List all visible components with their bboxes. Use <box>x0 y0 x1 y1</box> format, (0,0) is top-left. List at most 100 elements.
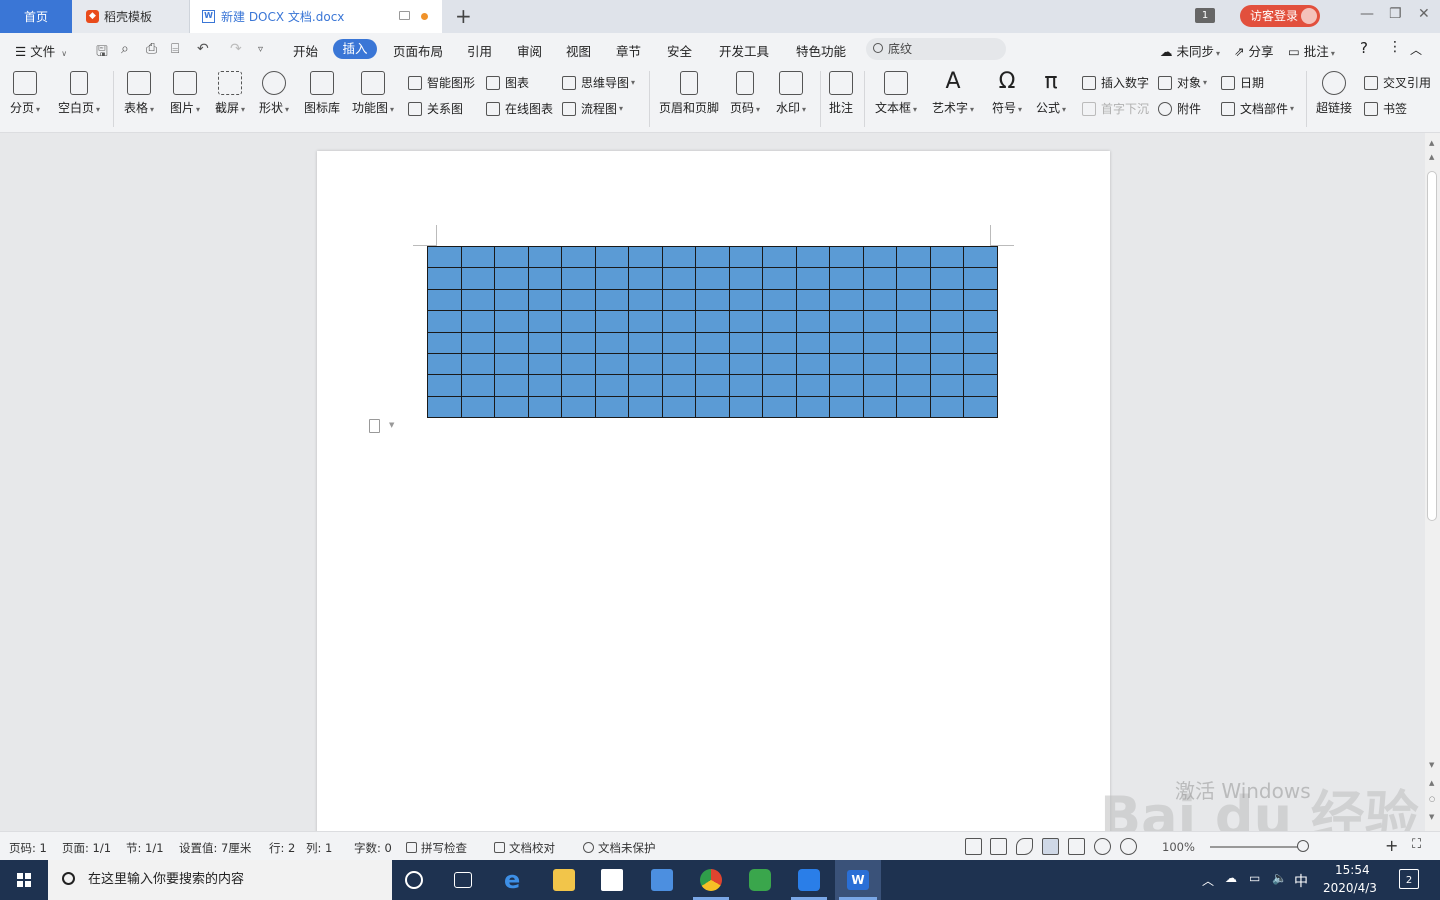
comment-menu-button[interactable]: ▭ 批注 ▾ <box>1288 41 1335 60</box>
table-cell[interactable] <box>963 395 998 419</box>
shape-button[interactable]: 形状 ▾ <box>259 71 289 116</box>
start-button[interactable] <box>0 860 48 900</box>
save-icon[interactable]: 🖫 <box>96 41 108 65</box>
pen-icon[interactable] <box>1016 838 1033 855</box>
table-cell[interactable] <box>561 245 596 269</box>
menu-view[interactable]: 视图 <box>566 41 591 60</box>
status-row[interactable]: 行: 2 <box>269 840 295 856</box>
table-cell[interactable] <box>762 267 797 290</box>
object-button[interactable]: 对象 ▾ <box>1158 74 1207 91</box>
doc-proofread-button[interactable]: 文档校对 <box>494 840 555 856</box>
table-cell[interactable] <box>427 288 462 312</box>
file-menu[interactable]: ☰ 文件 ∨ <box>15 41 67 60</box>
table-cell[interactable] <box>829 245 864 269</box>
table-cell[interactable] <box>762 288 797 312</box>
table-cell[interactable] <box>963 374 998 397</box>
table-cell[interactable] <box>963 267 998 290</box>
outline-view-icon[interactable] <box>1068 838 1085 855</box>
table-cell[interactable] <box>594 352 629 376</box>
table-cell[interactable] <box>795 245 830 269</box>
table-cell[interactable] <box>829 310 864 333</box>
share-button[interactable]: ⇗ 分享 <box>1234 41 1273 60</box>
table-cell[interactable] <box>896 310 931 333</box>
new-tab-button[interactable]: + <box>455 4 472 28</box>
collapse-ribbon-icon[interactable]: ︿ <box>1410 41 1422 58</box>
format-painter-icon[interactable]: ⌕ <box>121 41 129 57</box>
table-cell[interactable] <box>695 288 730 312</box>
quick-access-more-icon[interactable]: ▿ <box>258 44 263 55</box>
table-cell[interactable] <box>728 288 763 312</box>
table-cell[interactable] <box>628 267 663 290</box>
table-cell[interactable] <box>561 352 596 376</box>
table-cell[interactable] <box>628 310 663 333</box>
scroll-up-arrow-icon[interactable]: ▲ <box>1429 139 1434 147</box>
relation-chart-button[interactable]: 关系图 <box>408 100 463 117</box>
table-cell[interactable] <box>561 374 596 397</box>
table-cell[interactable] <box>427 245 462 269</box>
table-cell[interactable] <box>929 395 964 419</box>
table-cell[interactable] <box>527 288 562 312</box>
table-cell[interactable] <box>929 245 964 269</box>
table-cell[interactable] <box>427 310 462 333</box>
menu-special-features[interactable]: 特色功能 <box>796 41 846 60</box>
table-cell[interactable] <box>494 310 529 333</box>
select-browse-object-icon[interactable]: ○ <box>1429 795 1435 803</box>
notification-center-icon[interactable]: 2 <box>1399 869 1419 889</box>
table-cell[interactable] <box>661 331 696 354</box>
attachment-button[interactable]: 附件 <box>1158 100 1201 117</box>
table-cell[interactable] <box>561 310 596 333</box>
help-button[interactable]: ? <box>1360 39 1368 57</box>
table-cell[interactable] <box>929 267 964 290</box>
online-chart-button[interactable]: 在线图表 <box>486 100 553 117</box>
wps-taskbar-button[interactable]: W <box>835 860 881 900</box>
table-cell[interactable] <box>661 310 696 333</box>
table-cell[interactable] <box>728 267 763 290</box>
table-cell[interactable] <box>460 374 495 397</box>
table-cell[interactable] <box>929 331 964 354</box>
reading-view-icon[interactable] <box>990 838 1007 855</box>
table-cell[interactable] <box>929 310 964 333</box>
status-col[interactable]: 列: 1 <box>306 840 332 856</box>
table-cell[interactable] <box>427 331 462 354</box>
network-icon[interactable]: ▭ <box>1249 871 1260 885</box>
table-cell[interactable] <box>628 288 663 312</box>
table-cell[interactable] <box>594 374 629 397</box>
more-options-icon[interactable]: ⋮ <box>1388 39 1402 55</box>
table-cell[interactable] <box>896 331 931 354</box>
cortana-icon[interactable] <box>405 871 423 889</box>
table-cell[interactable] <box>695 267 730 290</box>
screenshot-button[interactable]: 截屏 ▾ <box>215 71 245 116</box>
table-cell[interactable] <box>896 374 931 397</box>
mind-map-button[interactable]: 思维导图 ▾ <box>562 74 635 91</box>
mail-icon[interactable] <box>651 869 673 891</box>
formula-button[interactable]: π 公式 ▾ <box>1036 71 1066 116</box>
table-cell[interactable] <box>661 352 696 376</box>
eye-protect-icon[interactable] <box>1120 838 1137 855</box>
table-cell[interactable] <box>494 331 529 354</box>
table-cell[interactable] <box>427 352 462 376</box>
table-cell[interactable] <box>762 374 797 397</box>
edge-browser-icon[interactable]: e <box>504 868 526 892</box>
page-break-button[interactable]: 分页 ▾ <box>10 71 40 116</box>
scrollbar-thumb[interactable] <box>1427 171 1437 521</box>
chart-button[interactable]: 图表 <box>486 74 529 91</box>
table-cell[interactable] <box>628 374 663 397</box>
table-cell[interactable] <box>661 267 696 290</box>
table-cell[interactable] <box>460 310 495 333</box>
insert-number-button[interactable]: 插入数字 <box>1082 74 1149 91</box>
header-footer-button[interactable]: 页眉和页脚 <box>659 71 719 116</box>
page-number-button[interactable]: 页码 ▾ <box>730 71 760 116</box>
doc-protection-button[interactable]: 文档未保护 <box>583 840 656 856</box>
table-cell[interactable] <box>762 245 797 269</box>
table-cell[interactable] <box>494 352 529 376</box>
paragraph-layout-caret-icon[interactable]: ▼ <box>389 421 394 429</box>
table-cell[interactable] <box>561 267 596 290</box>
table-cell[interactable] <box>460 288 495 312</box>
table-cell[interactable] <box>929 288 964 312</box>
clock-date[interactable]: 2020/4/3 <box>1323 881 1377 895</box>
table-cell[interactable] <box>628 245 663 269</box>
flowchart-button[interactable]: 流程图 ▾ <box>562 100 623 117</box>
table-cell[interactable] <box>594 331 629 354</box>
paragraph-layout-icon[interactable] <box>369 419 380 433</box>
sync-button[interactable]: ☁ 未同步 ▾ <box>1160 41 1220 60</box>
